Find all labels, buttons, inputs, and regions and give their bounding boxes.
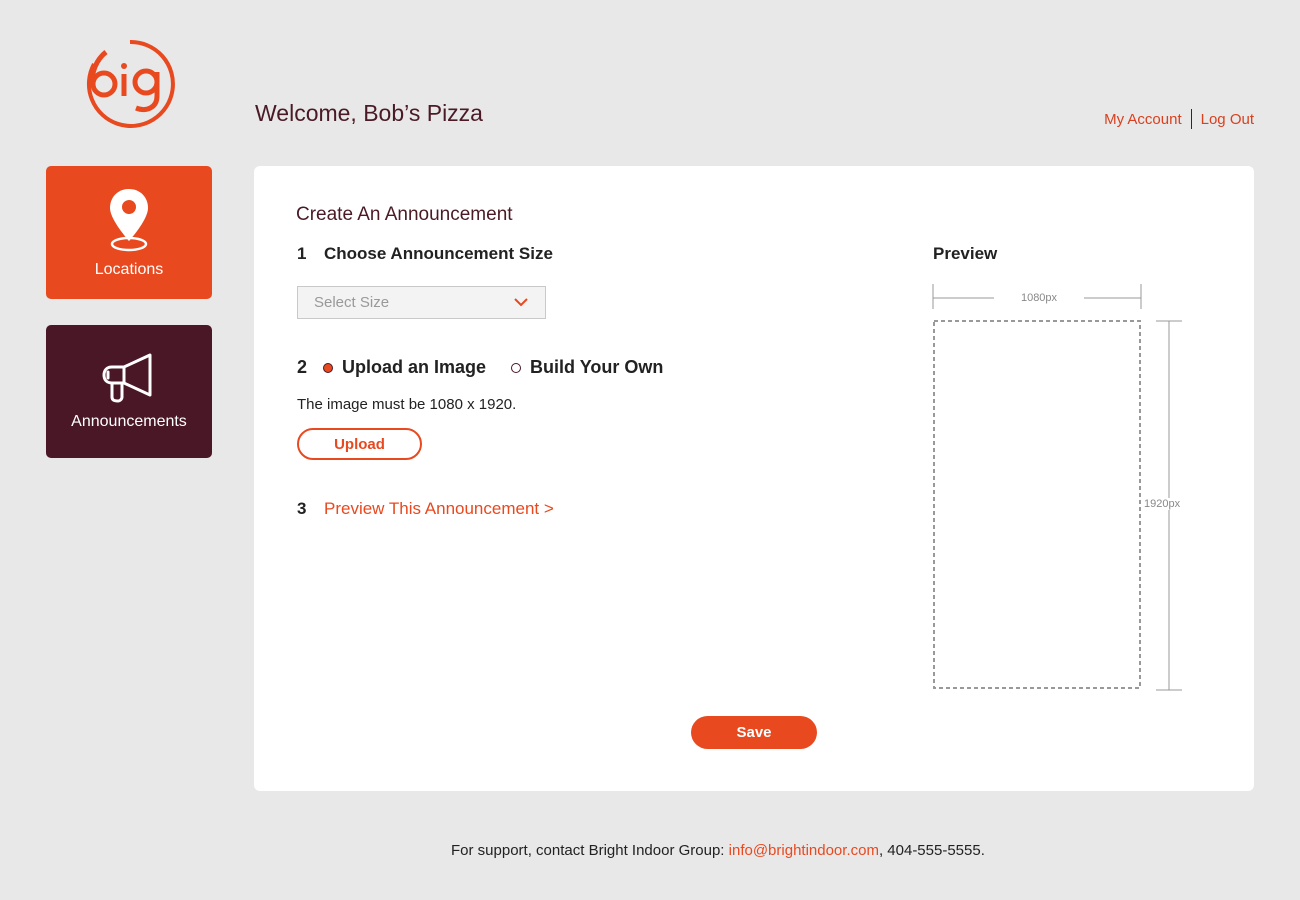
sidebar-item-label: Locations (94, 260, 164, 278)
step-number: 2 (297, 357, 308, 377)
welcome-heading: Welcome, Bob’s Pizza (255, 100, 483, 126)
preview-announcement-link[interactable]: Preview This Announcement > (324, 499, 554, 519)
size-select[interactable]: Select Size (297, 286, 546, 319)
step-number: 3 (297, 499, 307, 518)
sidebar-item-announcements[interactable]: Announcements (46, 325, 212, 458)
radio-label: Upload an Image (342, 357, 487, 377)
card-title: Create An Announcement (296, 204, 513, 225)
sidebar-item-label: Announcements (71, 412, 187, 430)
footer-suffix: , 404-555-5555. (878, 842, 985, 859)
save-button[interactable]: Save (691, 716, 817, 749)
link-divider (1190, 109, 1192, 129)
radio-selected-icon (323, 362, 334, 373)
height-dimension-label: 1920px (1144, 498, 1181, 510)
size-select-value: Select Size (314, 294, 390, 311)
preview-frame (932, 284, 1182, 691)
big-logo (86, 39, 175, 128)
radio-unselected-icon (511, 362, 522, 373)
radio-build-your-own[interactable]: Build Your Own (511, 357, 663, 378)
my-account-link[interactable]: My Account (1104, 111, 1182, 128)
upload-button[interactable]: Upload (297, 428, 422, 460)
step1-label: Choose Announcement Size (324, 244, 553, 263)
megaphone-icon (102, 353, 152, 403)
chevron-down-icon (514, 298, 528, 307)
radio-label: Build Your Own (530, 357, 664, 377)
support-email-link[interactable]: info@brightindoor.com (729, 842, 879, 859)
image-size-hint: The image must be 1080 x 1920. (297, 396, 517, 413)
preview-title: Preview (933, 244, 998, 263)
location-pin-icon (110, 188, 148, 251)
log-out-link[interactable]: Log Out (1201, 111, 1254, 128)
sidebar-item-locations[interactable]: Locations (46, 166, 212, 299)
radio-upload-image[interactable]: Upload an Image (323, 357, 486, 378)
announcement-card: Create An Announcement 1 Choose Announce… (254, 166, 1254, 791)
step-number: 1 (297, 244, 307, 263)
width-dimension-label: 1080px (994, 292, 1084, 304)
account-links: My Account Log Out (1104, 109, 1254, 129)
footer-prefix: For support, contact Bright Indoor Group… (451, 842, 729, 859)
source-options: 2 Upload an Image Build Your Own (297, 357, 663, 378)
